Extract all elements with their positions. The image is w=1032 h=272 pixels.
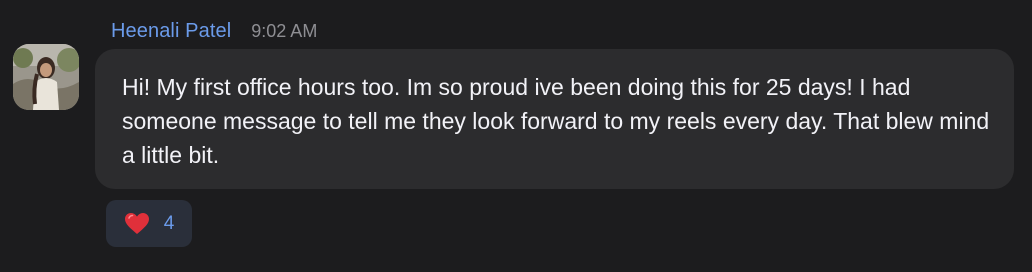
heart-icon	[124, 212, 149, 234]
reaction-count: 4	[163, 212, 175, 234]
reaction-button[interactable]: 4	[106, 200, 192, 247]
message-timestamp: 9:02 AM	[251, 21, 318, 41]
avatar[interactable]	[13, 44, 79, 110]
message-text: Hi! My first office hours too. Im so pro…	[122, 74, 990, 168]
message-bubble: Hi! My first office hours too. Im so pro…	[95, 49, 1014, 189]
message-header: Heenali Patel 9:02 AM	[111, 20, 317, 46]
avatar-photo	[13, 44, 79, 110]
chat-message: Heenali Patel 9:02 AM Hi! My first offic…	[0, 0, 1032, 272]
sender-name[interactable]: Heenali Patel	[111, 20, 231, 43]
